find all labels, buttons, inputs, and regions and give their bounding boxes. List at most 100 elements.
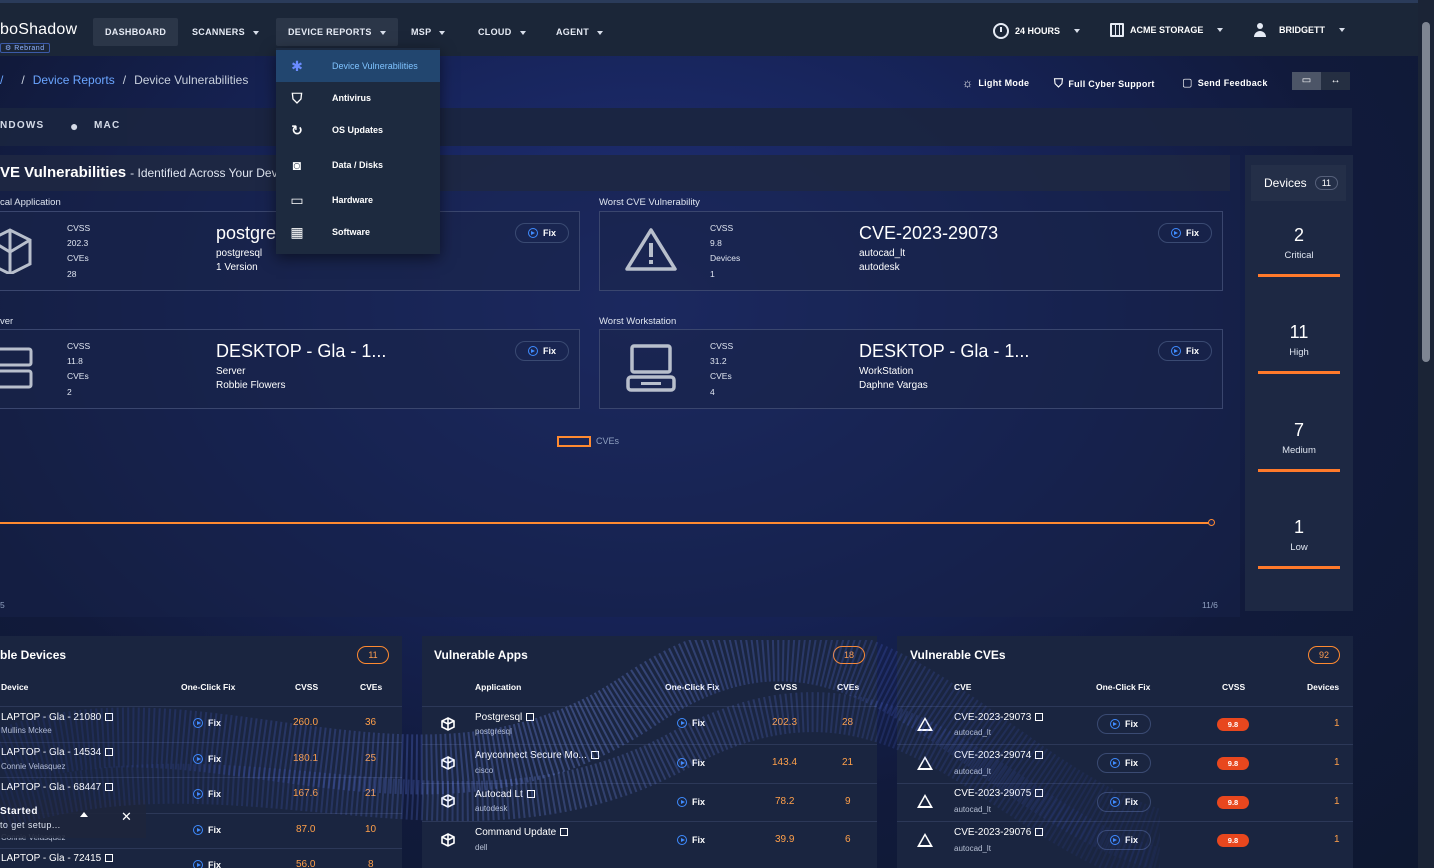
tab-windows[interactable]: NDOWS [0,120,44,131]
expand-icon[interactable]: ↔ [1321,72,1350,90]
fix-button[interactable]: Fix [677,830,731,850]
column-header[interactable]: CVE [954,682,971,692]
fix-button[interactable]: Fix [193,749,247,769]
column-header[interactable]: Devices [1307,682,1339,692]
send-feedback-button[interactable]: ▢ Send Feedback [1182,76,1268,89]
device-name[interactable]: LAPTOP - Gla - 21080 [1,712,114,723]
cve-id[interactable]: CVE-2023-29074 [954,750,1044,761]
menu-item-device-vulnerabilities[interactable]: ✱ Device Vulnerabilities [276,50,440,82]
view-toggle: ▭ ↔ [1292,72,1350,90]
nav-agent[interactable]: AGENT [544,18,615,46]
full-cyber-support-button[interactable]: ⛉ Full Cyber Support [1054,76,1155,91]
menu-item-data-disks[interactable]: ◙ Data / Disks [276,149,440,181]
rebrand-badge: ⚙ Rebrand [0,43,50,53]
divider [897,706,1353,707]
column-header[interactable]: CVSS [295,682,318,692]
fix-label: Fix [1185,228,1199,238]
menu-item-software[interactable]: ▦ Software [276,216,440,248]
play-icon [193,825,203,835]
app-name[interactable]: Postgresql [475,712,535,723]
worst-server-card: CVSS 11.8 CVEs 2 DESKTOP - Gla - 1... Se… [0,329,580,409]
fix-button[interactable]: Fix [677,753,731,773]
scrollbar-thumb[interactable] [1422,22,1430,362]
menu-item-antivirus[interactable]: ⛉ Antivirus [276,82,440,114]
nav-cloud[interactable]: CLOUD [466,18,538,46]
severity-low[interactable]: 1 Low [1258,517,1340,569]
severity-label: Medium [1282,445,1316,456]
device-name[interactable]: LAPTOP - Gla - 14534 [1,747,114,758]
devices-count-badge: 11 [1314,176,1339,190]
fix-button[interactable]: Fix [193,713,247,733]
fix-button[interactable]: Fix [1097,714,1151,734]
menu-item-hardware[interactable]: ▭ Hardware [276,184,440,216]
nav-msp[interactable]: MSP [399,18,457,46]
nav-dashboard[interactable]: DASHBOARD [93,18,179,46]
app-name-text: Anyconnect Secure Mo... [475,750,587,761]
severity-medium[interactable]: 7 Medium [1258,420,1340,472]
nav-scanners[interactable]: SCANNERS [180,18,271,46]
time-range-select[interactable]: 24 HOURS [993,23,1081,39]
light-mode-button[interactable]: ☼ Light Mode [962,76,1029,90]
fix-button[interactable]: Fix [677,713,731,733]
nav-scanners-label: SCANNERS [192,27,245,37]
app-name[interactable]: Anyconnect Secure Mo... [475,750,599,761]
column-header[interactable]: Device [1,682,28,692]
user-icon [1253,23,1267,37]
cve-trend-point[interactable] [1208,519,1215,526]
device-name[interactable]: LAPTOP - Gla - 72415 [1,853,114,864]
column-header[interactable]: CVSS [1222,682,1245,692]
severity-bar [1258,371,1340,374]
fix-button[interactable]: Fix [193,855,247,868]
card-detail: postgresql [216,248,263,259]
column-header[interactable]: CVEs [837,682,859,692]
chevron-up-icon[interactable] [80,812,88,817]
severity-high[interactable]: 11 High [1258,322,1340,374]
column-header[interactable]: Application [475,682,521,692]
toast-body: to get setup... [0,820,61,830]
fix-button[interactable]: Fix [1158,223,1212,243]
cve-id[interactable]: CVE-2023-29075 [954,788,1044,799]
fix-button[interactable]: Fix [1097,792,1151,812]
device-name-text: LAPTOP - Gla - 68447 [1,782,102,793]
user-menu[interactable]: BRIDGETT [1253,23,1345,37]
table-count-badge: 92 [1308,646,1340,664]
tab-mac[interactable]: MAC [94,120,120,131]
play-icon [1170,346,1181,356]
scrollbar[interactable] [1418,0,1434,868]
legend-swatch[interactable] [557,436,591,447]
menu-item-os-updates[interactable]: ↻ OS Updates [276,114,440,146]
cve-id-text: CVE-2023-29076 [954,827,1032,838]
fix-button[interactable]: Fix [515,223,569,243]
cve-id-text: CVE-2023-29075 [954,788,1032,799]
cube-icon [0,228,32,274]
window-view-icon[interactable]: ▭ [1292,72,1321,90]
card-metrics: CVSS 31.2 CVEs 4 [710,339,733,400]
fix-button[interactable]: Fix [677,792,731,812]
play-icon [193,718,203,728]
severity-critical[interactable]: 2 Critical [1258,225,1340,277]
breadcrumb-device-reports[interactable]: Device Reports [33,73,115,87]
cves-value: 8 [368,859,374,868]
fix-label: Fix [1124,835,1138,845]
org-select[interactable]: ACME STORAGE [1110,23,1224,37]
close-icon[interactable]: ✕ [121,809,132,825]
fix-button[interactable]: Fix [193,784,247,804]
column-header[interactable]: CVEs [360,682,382,692]
fix-button[interactable]: Fix [1097,830,1151,850]
app-name[interactable]: Autocad Lt [475,789,535,800]
metric-label: CVSS [710,223,734,233]
app-name[interactable]: Command Update [475,827,569,838]
fix-button[interactable]: Fix [193,820,247,840]
fix-button[interactable]: Fix [515,341,569,361]
device-name[interactable]: LAPTOP - Gla - 68447 [1,782,114,793]
nav-device-reports[interactable]: DEVICE REPORTS [276,18,398,46]
app-logo[interactable]: boShadow [0,21,77,39]
chevron-down-icon [1074,29,1081,33]
getting-started-toast[interactable]: Started to get setup... ✕ [0,800,146,838]
fix-button[interactable]: Fix [1158,341,1212,361]
column-header[interactable]: CVSS [774,682,797,692]
breadcrumb-root[interactable]: / [0,73,3,87]
cve-id[interactable]: CVE-2023-29076 [954,827,1044,838]
cve-id[interactable]: CVE-2023-29073 [954,712,1044,723]
fix-button[interactable]: Fix [1097,753,1151,773]
